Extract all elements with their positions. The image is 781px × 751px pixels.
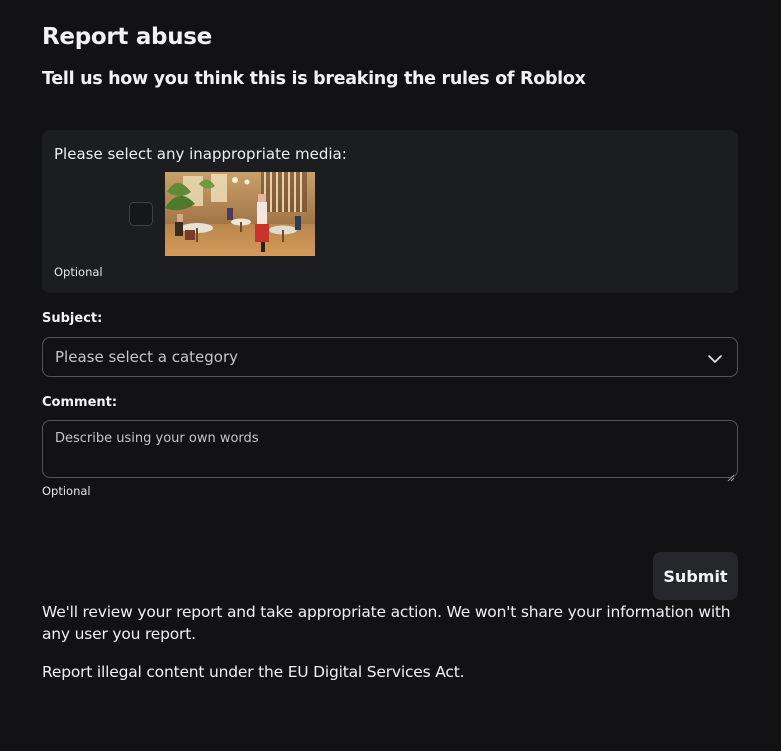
page-subtitle: Tell us how you think this is breaking t… (42, 69, 586, 89)
subject-select-value: Please select a category (55, 348, 239, 366)
media-selection-card: Please select any inappropriate media: O… (42, 130, 738, 293)
dsa-report-link[interactable]: Report illegal content under the EU Digi… (42, 661, 465, 683)
review-notice: We'll review your report and take approp… (42, 603, 731, 643)
media-optional-label: Optional (54, 265, 103, 279)
subject-select[interactable]: Please select a category (42, 337, 738, 377)
comment-textarea[interactable]: Describe using your own words (42, 420, 738, 482)
media-thumbnail[interactable] (165, 172, 315, 256)
comment-label: Comment: (42, 395, 118, 410)
chevron-down-icon (707, 351, 723, 365)
media-checkbox[interactable] (129, 202, 153, 226)
media-thumbnail-image (165, 172, 315, 256)
page-title: Report abuse (42, 24, 212, 50)
submit-button[interactable]: Submit (653, 552, 738, 600)
comment-optional-label: Optional (42, 484, 91, 498)
subject-label: Subject: (42, 311, 103, 326)
comment-placeholder: Describe using your own words (55, 431, 259, 446)
report-abuse-page: Report abuse Tell us how you think this … (0, 0, 781, 751)
media-selection-label: Please select any inappropriate media: (54, 145, 347, 163)
resize-handle-icon[interactable] (727, 467, 735, 482)
